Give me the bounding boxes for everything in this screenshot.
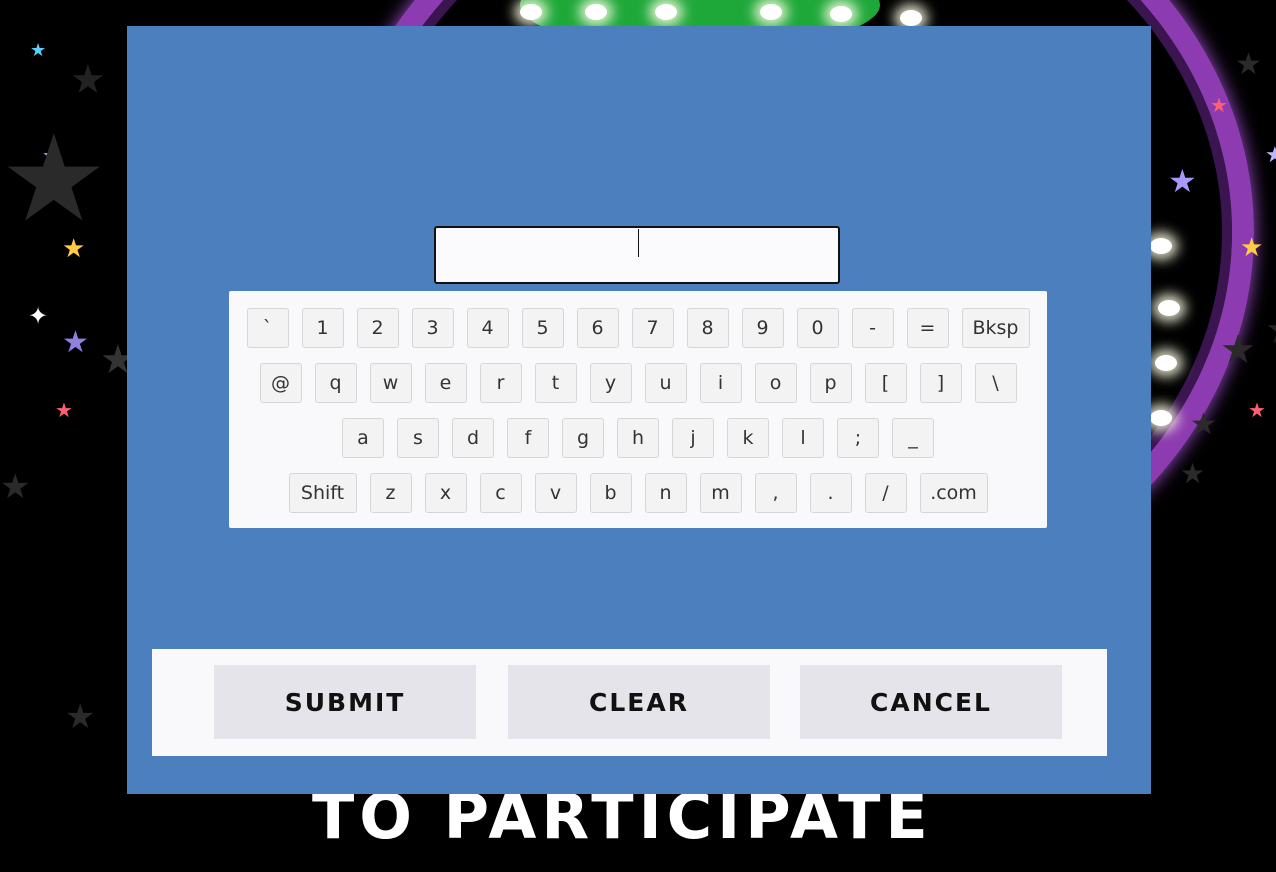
star-icon: ★	[1210, 93, 1228, 117]
keyboard-key[interactable]: ;	[837, 418, 879, 458]
star-icon: ★	[1248, 398, 1266, 422]
marquee-light	[520, 4, 542, 20]
marquee-light	[760, 4, 782, 20]
keyboard-key[interactable]: 8	[686, 308, 729, 348]
star-icon: ★	[1265, 310, 1276, 350]
keyboard-key[interactable]: j	[672, 418, 714, 458]
keyboard-key[interactable]: k	[727, 418, 769, 458]
keyboard-key[interactable]: Shift	[288, 473, 357, 513]
keyboard-key[interactable]: i	[699, 363, 742, 403]
keyboard-key[interactable]: m	[699, 473, 742, 513]
keyboard-key[interactable]: /	[864, 473, 907, 513]
keyboard-key[interactable]: 9	[741, 308, 784, 348]
keyboard-key[interactable]: h	[617, 418, 659, 458]
keyboard-key[interactable]: 2	[356, 308, 399, 348]
keyboard-key[interactable]: .	[809, 473, 852, 513]
cancel-button[interactable]: CANCEL	[800, 665, 1062, 739]
marquee-light	[1155, 355, 1177, 371]
keyboard-row: Shift z x c v b n m,. / .com	[229, 473, 1047, 513]
keyboard-key[interactable]: [	[864, 363, 907, 403]
keyboard-row: ` 1 2 3 4 5 6 7 8 9 0- = Bksp	[229, 308, 1047, 348]
kiosk-screen: ★★★★★★★★★★★★★★★★★★★★✦ TO PARTICIPATE `12…	[0, 0, 1276, 872]
keyboard-key[interactable]: ,	[754, 473, 797, 513]
submit-button[interactable]: SUBMIT	[214, 665, 476, 739]
star-icon: ★	[65, 697, 96, 737]
keyboard-key[interactable]: \	[974, 363, 1017, 403]
keyboard-key[interactable]: z	[369, 473, 412, 513]
text-entry-field[interactable]	[434, 226, 840, 284]
keyboard-key[interactable]: y	[589, 363, 632, 403]
marquee-light	[830, 6, 852, 22]
marquee-light	[655, 4, 677, 20]
keyboard-key[interactable]: 3	[411, 308, 454, 348]
keyboard-key[interactable]: Bksp	[961, 308, 1030, 348]
keyboard-key[interactable]: a	[342, 418, 384, 458]
keyboard-key[interactable]: g	[562, 418, 604, 458]
star-icon: ★	[62, 325, 89, 360]
star-icon: ★	[1220, 327, 1256, 373]
star-icon: ★	[0, 467, 31, 507]
keyboard-key[interactable]: e	[424, 363, 467, 403]
keyboard-key[interactable]: x	[424, 473, 467, 513]
marquee-light	[1150, 238, 1172, 254]
keyboard-key[interactable]: 0	[796, 308, 839, 348]
marquee-light	[585, 4, 607, 20]
keyboard-key[interactable]: l	[782, 418, 824, 458]
marquee-light	[1158, 300, 1180, 316]
keyboard-key[interactable]: p	[809, 363, 852, 403]
action-bar: SUBMIT CLEAR CANCEL	[152, 649, 1107, 756]
star-icon: ★	[55, 398, 73, 422]
text-cursor	[638, 229, 639, 257]
star-icon: ★	[1180, 457, 1206, 490]
keyboard-key[interactable]: b	[589, 473, 632, 513]
star-icon: ★	[30, 40, 47, 61]
clear-button[interactable]: CLEAR	[508, 665, 770, 739]
star-icon: ★	[1190, 407, 1217, 442]
keyboard-key[interactable]: f	[507, 418, 549, 458]
keyboard-key[interactable]: ]	[919, 363, 962, 403]
keyboard-key[interactable]: 6	[576, 308, 619, 348]
keyboard-key[interactable]: n	[644, 473, 687, 513]
keyboard-key[interactable]: u	[644, 363, 687, 403]
keyboard-key[interactable]: d	[452, 418, 494, 458]
keyboard-key[interactable]: t	[534, 363, 577, 403]
keyboard-key[interactable]: `	[246, 308, 289, 348]
star-icon: ★	[1235, 47, 1262, 82]
keyboard-key[interactable]: w	[369, 363, 412, 403]
keyboard-key[interactable]: q	[314, 363, 357, 403]
sparkle-icon: ✦	[28, 302, 49, 330]
keyboard-row: a s d f g h j k l; _	[229, 418, 1047, 458]
marquee-light	[900, 10, 922, 26]
star-icon: ★	[1265, 143, 1276, 168]
keyboard-key[interactable]: v	[534, 473, 577, 513]
keyboard-key[interactable]: 1	[301, 308, 344, 348]
keyboard-key[interactable]: 5	[521, 308, 564, 348]
star-icon: ★	[1168, 162, 1197, 200]
keyboard-key[interactable]: o	[754, 363, 797, 403]
keyboard-key[interactable]: c	[479, 473, 522, 513]
star-icon: ★	[0, 110, 108, 249]
keyboard-row: @ q w e r t y u i o p [] \	[229, 363, 1047, 403]
on-screen-keyboard: ` 1 2 3 4 5 6 7 8 9 0- = Bksp @ q w e r t y u i o p [] \ a s d f g h j k l…	[229, 291, 1047, 528]
keyboard-key[interactable]: r	[479, 363, 522, 403]
keyboard-key[interactable]: =	[906, 308, 949, 348]
star-icon: ★	[1240, 233, 1264, 263]
keyboard-key[interactable]: .com	[919, 473, 988, 513]
keyboard-key[interactable]: -	[851, 308, 894, 348]
keyboard-key[interactable]: @	[259, 363, 302, 403]
keyboard-key[interactable]: 4	[466, 308, 509, 348]
marquee-light	[1150, 410, 1172, 426]
keyboard-key[interactable]: s	[397, 418, 439, 458]
keyboard-dialog: ` 1 2 3 4 5 6 7 8 9 0- = Bksp @ q w e r t y u i o p [] \ a s d f g h j k l…	[127, 26, 1151, 794]
star-icon: ★	[70, 57, 106, 103]
keyboard-key[interactable]: 7	[631, 308, 674, 348]
keyboard-key[interactable]: _	[892, 418, 934, 458]
